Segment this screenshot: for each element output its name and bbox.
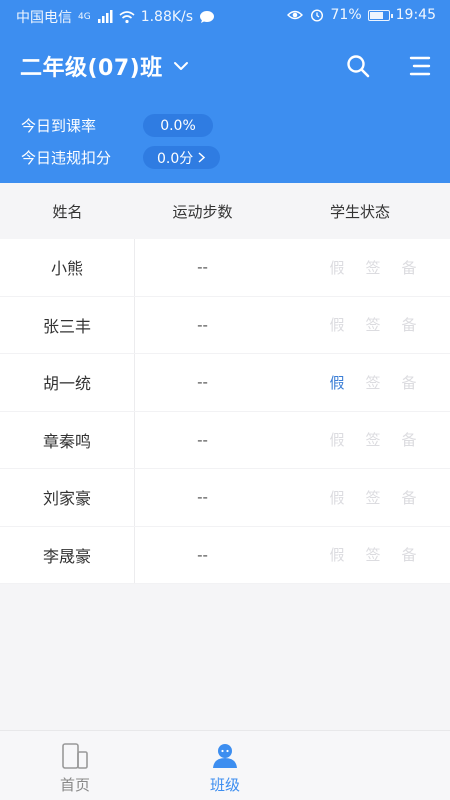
carrier-label: 中国电信 <box>16 10 72 26</box>
menu-icon[interactable] <box>406 52 434 80</box>
violation-label: 今日违规扣分 <box>21 149 112 167</box>
violation-value: 0.0分 <box>157 150 194 167</box>
sign-in-tag[interactable]: 签 <box>362 257 384 278</box>
sign-in-tag[interactable]: 签 <box>362 314 384 335</box>
wifi-icon <box>119 11 135 24</box>
status-tags: 假签备 <box>270 487 450 508</box>
note-tag[interactable]: 备 <box>398 544 420 565</box>
note-tag[interactable]: 备 <box>398 257 420 278</box>
class-title: 二年级(07)班 <box>20 56 163 81</box>
tab-home[interactable]: 首页 <box>0 731 150 800</box>
student-name: 李晟豪 <box>0 526 135 583</box>
student-name: 胡一统 <box>0 354 135 411</box>
bottom-tab-bar: 首页 班级 <box>0 730 450 800</box>
tab-class[interactable]: 班级 <box>150 731 300 800</box>
student-name: 张三丰 <box>0 296 135 353</box>
note-tag[interactable]: 备 <box>398 314 420 335</box>
search-icon[interactable] <box>344 52 372 80</box>
sign-in-tag[interactable]: 签 <box>362 544 384 565</box>
class-selector[interactable]: 二年级(07)班 <box>20 48 189 84</box>
attendance-value: 0.0% <box>143 114 213 137</box>
status-tags: 假签备 <box>270 544 450 565</box>
signal-icon <box>97 10 113 23</box>
status-bar: 中国电信 4G 1.88K/s 71% 19:45 <box>0 0 450 32</box>
student-name: 刘家豪 <box>0 469 135 526</box>
student-list: 小熊 -- 假签备张三丰 -- 假签备胡一统 -- 假签备章秦鸣 -- 假签备刘家豪 -- 假签备李… <box>0 239 450 584</box>
sign-in-tag[interactable]: 签 <box>362 429 384 450</box>
table-row[interactable]: 刘家豪 -- 假签备 <box>0 469 450 527</box>
network-type: 4G <box>78 12 91 22</box>
step-count: -- <box>197 315 208 334</box>
table-row[interactable]: 李晟豪 -- 假签备 <box>0 526 450 584</box>
student-name: 章秦鸣 <box>0 411 135 468</box>
leave-tag[interactable]: 假 <box>326 314 348 335</box>
header: 中国电信 4G 1.88K/s 71% 19:45 二年级(07)班 今日到课率… <box>0 0 450 183</box>
eye-icon <box>286 10 303 20</box>
home-icon <box>62 743 88 769</box>
table-row[interactable]: 小熊 -- 假签备 <box>0 239 450 297</box>
tab-class-label: 班级 <box>209 776 240 794</box>
battery-percent: 71% <box>330 7 362 23</box>
sign-in-tag[interactable]: 签 <box>362 487 384 508</box>
step-count: -- <box>197 430 208 449</box>
status-tags: 假签备 <box>270 429 450 450</box>
class-icon <box>213 744 237 768</box>
leave-tag[interactable]: 假 <box>326 544 348 565</box>
battery-icon <box>367 9 393 21</box>
status-tags: 假签备 <box>270 257 450 278</box>
leave-tag[interactable]: 假 <box>326 429 348 450</box>
message-icon <box>200 11 215 23</box>
note-tag[interactable]: 备 <box>398 372 420 393</box>
violation-stat[interactable]: 今日违规扣分 0.0分 <box>21 146 221 169</box>
column-header-name: 姓名 <box>52 202 83 221</box>
step-count: -- <box>197 545 208 564</box>
network-speed: 1.88K/s <box>140 9 194 25</box>
table-row[interactable]: 胡一统 -- 假签备 <box>0 354 450 412</box>
status-tags: 假签备 <box>270 372 450 393</box>
status-tags: 假签备 <box>270 314 450 335</box>
leave-tag[interactable]: 假 <box>326 487 348 508</box>
clock: 19:45 <box>395 7 436 23</box>
alarm-icon <box>310 9 323 22</box>
leave-tag[interactable]: 假 <box>326 372 348 393</box>
student-name: 小熊 <box>0 239 135 296</box>
table-row[interactable]: 章秦鸣 -- 假签备 <box>0 411 450 469</box>
table-row[interactable]: 张三丰 -- 假签备 <box>0 296 450 354</box>
attendance-label: 今日到课率 <box>21 117 97 135</box>
chevron-down-icon <box>173 62 188 70</box>
tab-home-label: 首页 <box>59 776 90 794</box>
column-header-steps: 运动步数 <box>172 202 233 221</box>
chevron-right-icon <box>198 152 206 163</box>
step-count: -- <box>197 373 208 392</box>
attendance-stat: 今日到课率 0.0% <box>21 114 213 137</box>
column-header-status: 学生状态 <box>329 202 390 221</box>
table-header: 姓名 运动步数 学生状态 <box>0 183 450 239</box>
note-tag[interactable]: 备 <box>398 487 420 508</box>
leave-tag[interactable]: 假 <box>326 257 348 278</box>
note-tag[interactable]: 备 <box>398 429 420 450</box>
sign-in-tag[interactable]: 签 <box>362 372 384 393</box>
violation-pill[interactable]: 0.0分 <box>143 146 221 169</box>
step-count: -- <box>197 488 208 507</box>
step-count: -- <box>197 258 208 277</box>
